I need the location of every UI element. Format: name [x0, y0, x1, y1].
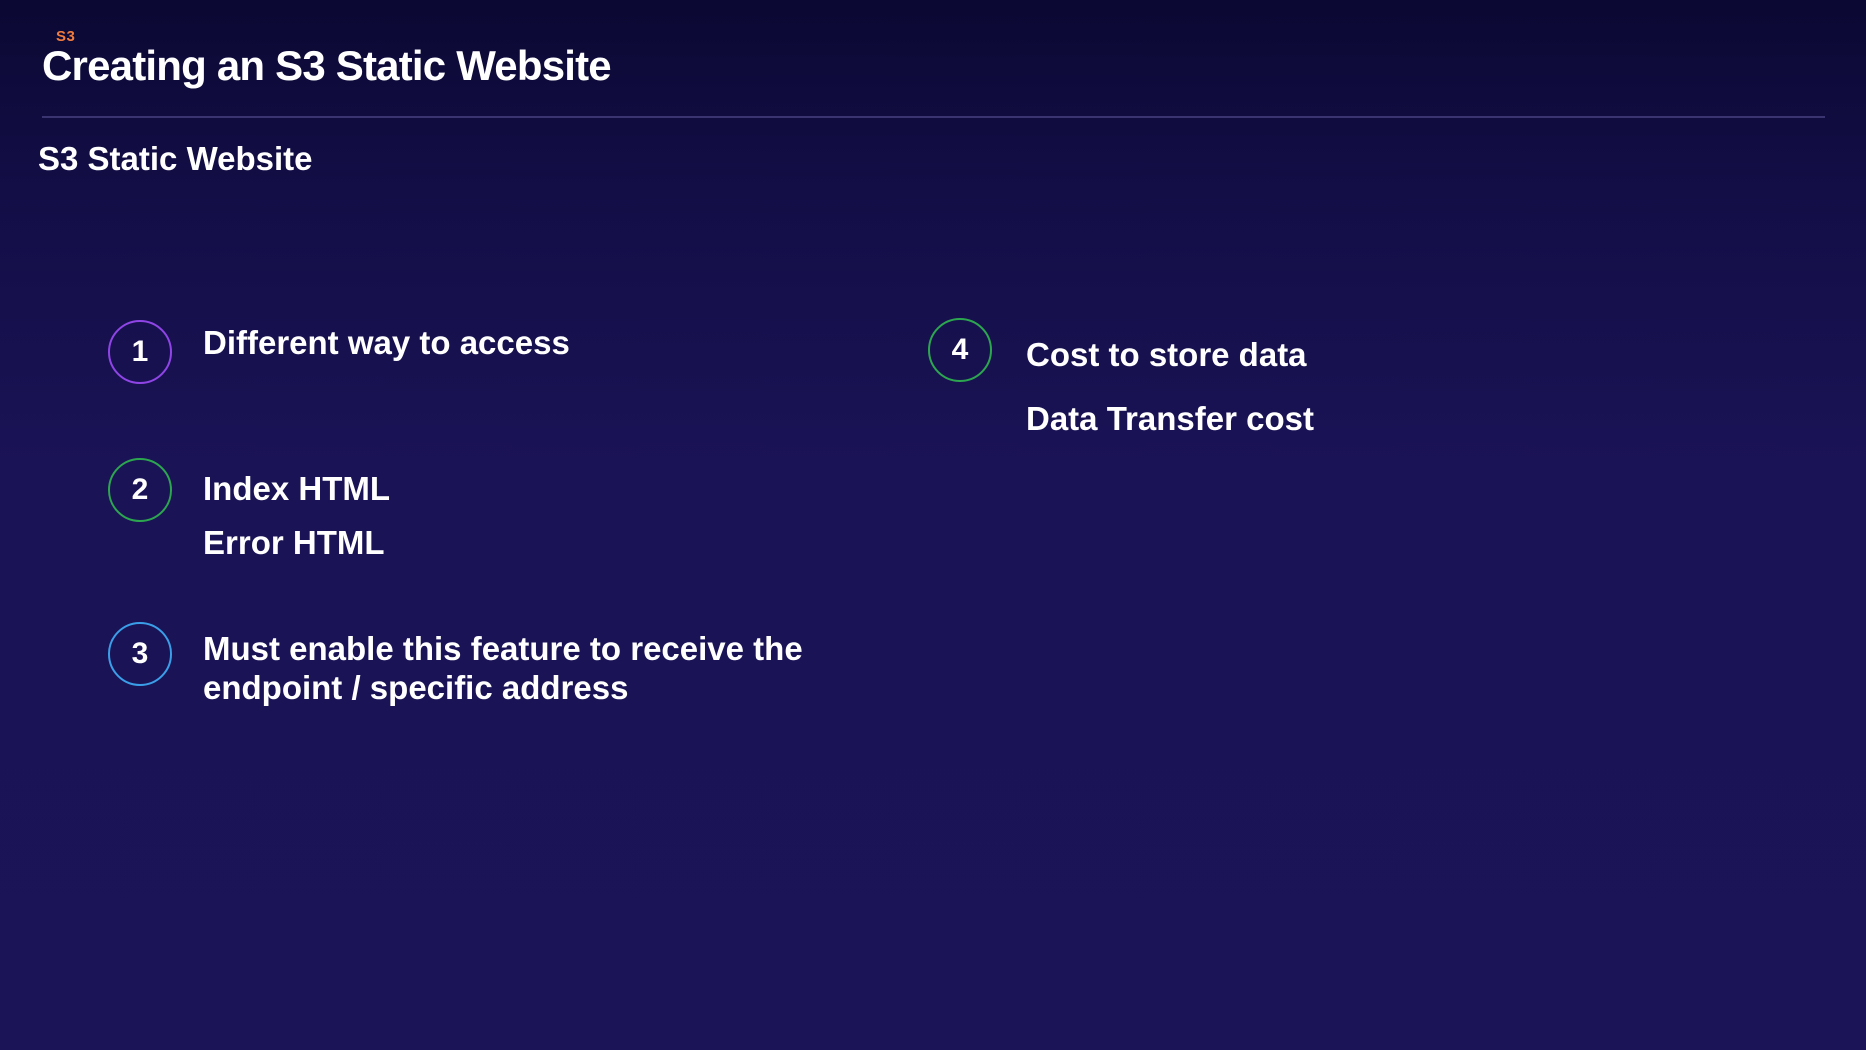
item-4-line-1: Cost to store data — [1026, 336, 1307, 373]
item-text-1: Different way to access — [203, 323, 570, 363]
item-2-line-1: Index HTML — [203, 470, 390, 507]
number-badge-2: 2 — [108, 458, 172, 522]
number-badge-1: 1 — [108, 320, 172, 384]
slide-title: Creating an S3 Static Website — [42, 42, 612, 89]
item-text-4: Cost to store data Data Transfer cost — [1026, 323, 1314, 451]
item-2-line-2: Error HTML — [203, 524, 385, 561]
section-title: S3 Static Website — [38, 140, 313, 177]
item-1-line-1: Different way to access — [203, 324, 570, 361]
item-text-3: Must enable this feature to receive the … — [203, 629, 803, 707]
item-text-2: Index HTML Error HTML — [203, 462, 390, 570]
item-3-line-2: endpoint / specific address — [203, 669, 629, 706]
number-badge-3: 3 — [108, 622, 172, 686]
header-divider — [42, 116, 1825, 118]
number-badge-4: 4 — [928, 318, 992, 382]
item-4-line-2: Data Transfer cost — [1026, 400, 1314, 437]
item-3-line-1: Must enable this feature to receive the — [203, 630, 803, 667]
slide: S3 Creating an S3 Static Website S3 Stat… — [0, 0, 1866, 1050]
